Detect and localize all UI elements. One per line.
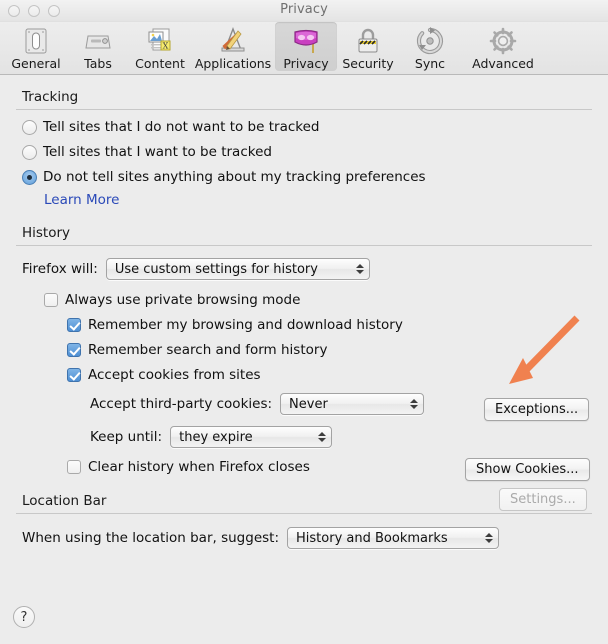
keep-until-value: they expire: [179, 429, 253, 445]
tab-content[interactable]: X Content: [129, 22, 191, 71]
chevron-updown-icon: [480, 533, 498, 543]
checkbox-remember-search-form-history[interactable]: [67, 343, 81, 357]
tracking-option-1-label: Tell sites that I want to be tracked: [43, 144, 272, 160]
svg-text:X: X: [163, 42, 169, 51]
history-checkbox-2-label: Remember search and form history: [88, 342, 328, 358]
history-checkbox-3-label: Accept cookies from sites: [88, 367, 261, 383]
security-lock-icon: [337, 25, 399, 57]
learn-more-link[interactable]: Learn More: [44, 192, 592, 208]
third-party-cookies-label: Accept third-party cookies:: [90, 396, 273, 412]
privacy-mask-icon: [275, 25, 337, 57]
history-checkbox-0-label: Always use private browsing mode: [65, 292, 301, 308]
window-title: Privacy: [280, 2, 328, 17]
tracking-option-0-label: Tell sites that I do not want to be trac…: [43, 119, 320, 135]
help-button[interactable]: ?: [13, 606, 35, 628]
tracking-option-no-preference[interactable]: Do not tell sites anything about my trac…: [16, 169, 592, 185]
content-icon: X: [129, 25, 191, 57]
tab-security[interactable]: Security: [337, 22, 399, 71]
advanced-gear-icon: [461, 25, 545, 57]
checkbox-remember-browsing-history[interactable]: [67, 318, 81, 332]
preferences-toolbar: General Tabs X Content Applications Priv…: [0, 22, 608, 75]
history-section-heading: History: [22, 225, 71, 241]
tabs-icon: [67, 25, 129, 57]
checkbox-always-private-browsing[interactable]: [44, 293, 58, 307]
firefox-will-label: Firefox will:: [22, 261, 98, 277]
tab-sync-label: Sync: [414, 56, 446, 71]
sync-icon: [399, 25, 461, 57]
history-divider: [16, 245, 592, 246]
suggest-value: History and Bookmarks: [296, 530, 448, 546]
always-private-row[interactable]: Always use private browsing mode: [16, 292, 592, 308]
third-party-cookies-value: Never: [289, 396, 328, 412]
firefox-will-row: Firefox will: Use custom settings for hi…: [16, 258, 592, 280]
tab-security-label: Security: [342, 56, 394, 71]
settings-button[interactable]: Settings...: [499, 488, 587, 511]
location-bar-divider: [16, 513, 592, 514]
remember-search-row[interactable]: Remember search and form history: [16, 342, 592, 358]
keep-until-label: Keep until:: [90, 429, 163, 445]
remember-browsing-row[interactable]: Remember my browsing and download histor…: [16, 317, 592, 333]
tracking-divider: [16, 109, 592, 110]
checkbox-clear-history-on-close[interactable]: [67, 460, 81, 474]
suggest-row: When using the location bar, suggest: Hi…: [16, 527, 592, 549]
tab-sync[interactable]: Sync: [399, 22, 461, 71]
history-checkbox-4-label: Clear history when Firefox closes: [88, 459, 310, 475]
tab-applications-label: Applications: [194, 56, 272, 71]
suggest-label: When using the location bar, suggest:: [22, 530, 280, 546]
accept-cookies-row[interactable]: Accept cookies from sites: [16, 367, 592, 383]
tab-general[interactable]: General: [5, 22, 67, 71]
tab-tabs-label: Tabs: [84, 56, 112, 71]
chevron-updown-icon: [351, 264, 369, 274]
show-cookies-button[interactable]: Show Cookies...: [465, 458, 590, 481]
keep-until-row: Keep until: they expire: [16, 426, 592, 448]
tab-privacy[interactable]: Privacy: [275, 22, 337, 71]
tab-advanced-label: Advanced: [472, 56, 534, 71]
tab-advanced[interactable]: Advanced: [461, 22, 545, 71]
keep-until-dropdown[interactable]: they expire: [170, 426, 333, 448]
chevron-updown-icon: [313, 432, 331, 442]
chevron-updown-icon: [405, 399, 423, 409]
window-titlebar: Privacy: [0, 0, 608, 22]
general-icon: [5, 25, 67, 57]
tab-privacy-label: Privacy: [283, 56, 329, 71]
tracking-section-heading: Tracking: [22, 89, 79, 105]
firefox-will-dropdown[interactable]: Use custom settings for history: [105, 258, 370, 280]
radio-no-preference[interactable]: [22, 169, 37, 185]
tab-general-label: General: [11, 56, 61, 71]
tab-tabs[interactable]: Tabs: [67, 22, 129, 71]
history-checkbox-1-label: Remember my browsing and download histor…: [88, 317, 403, 333]
applications-icon: [191, 25, 275, 57]
third-party-cookies-dropdown[interactable]: Never: [280, 393, 425, 415]
preferences-window: Privacy General Tabs X Content Applicati…: [0, 0, 608, 644]
tracking-option-allow-track[interactable]: Tell sites that I want to be tracked: [16, 144, 592, 160]
tracking-option-do-not-track[interactable]: Tell sites that I do not want to be trac…: [16, 119, 592, 135]
suggest-dropdown[interactable]: History and Bookmarks: [287, 527, 500, 549]
firefox-will-value: Use custom settings for history: [114, 261, 318, 277]
exceptions-button[interactable]: Exceptions...: [484, 398, 590, 421]
radio-allow-track[interactable]: [22, 144, 37, 160]
tab-content-label: Content: [135, 56, 185, 71]
radio-do-not-track[interactable]: [22, 119, 37, 135]
checkbox-accept-cookies[interactable]: [67, 368, 81, 382]
tracking-option-2-label: Do not tell sites anything about my trac…: [43, 169, 426, 185]
tab-applications[interactable]: Applications: [191, 22, 275, 71]
